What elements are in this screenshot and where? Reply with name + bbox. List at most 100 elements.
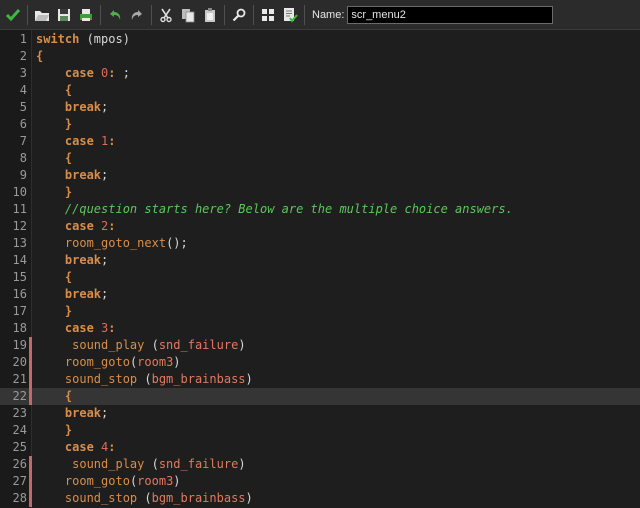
- code-line[interactable]: 17 }: [0, 303, 640, 320]
- code-text: case 3:: [36, 320, 116, 337]
- code-editor[interactable]: 1 switch (mpos) 2{3 case 0: ; 4 {5 break; 6 …: [0, 30, 640, 508]
- code-text: case 0: ;: [36, 65, 130, 82]
- code-line[interactable]: 24 }: [0, 422, 640, 439]
- find-icon[interactable]: [228, 4, 250, 26]
- copy-icon[interactable]: [177, 4, 199, 26]
- code-token: (: [144, 457, 159, 471]
- code-token: ;: [101, 100, 109, 114]
- code-text: case 2:: [36, 218, 116, 235]
- code-line[interactable]: 20 room_goto(room3): [0, 354, 640, 371]
- code-text: //question starts here? Below are the mu…: [36, 201, 513, 218]
- code-token: {: [36, 49, 44, 63]
- code-text: sound_play (snd_failure): [36, 337, 245, 354]
- code-line[interactable]: 1 switch (mpos): [0, 31, 640, 48]
- code-line[interactable]: 11 //question starts here? Below are the…: [0, 201, 640, 218]
- code-text: sound_stop (bgm_brainbass): [36, 371, 253, 388]
- code-token: bgm_brainbass: [151, 491, 246, 505]
- save-icon[interactable]: [53, 4, 75, 26]
- code-line[interactable]: 3 case 0: ;: [0, 65, 640, 82]
- line-number: 12: [12, 219, 27, 233]
- code-token: //question starts here? Below are the mu…: [64, 202, 513, 216]
- code-line[interactable]: 28 sound_stop (bgm_brainbass): [0, 490, 640, 507]
- code-line[interactable]: 21 sound_stop (bgm_brainbass): [0, 371, 640, 388]
- code-line[interactable]: 5 break;: [0, 99, 640, 116]
- paste-icon[interactable]: [199, 4, 221, 26]
- code-line[interactable]: 19 sound_play (snd_failure): [0, 337, 640, 354]
- code-text: }: [36, 116, 72, 133]
- code-line[interactable]: 2{: [0, 48, 640, 65]
- print-icon[interactable]: [75, 4, 97, 26]
- change-marker: [29, 337, 32, 354]
- code-line[interactable]: 8 {: [0, 150, 640, 167]
- code-token: break: [64, 287, 102, 301]
- code-token: sound_play: [72, 457, 145, 471]
- code-line[interactable]: 15 {: [0, 269, 640, 286]
- code-line[interactable]: 25 case 4:: [0, 439, 640, 456]
- line-number: 22: [12, 389, 27, 403]
- code-line[interactable]: 16 break;: [0, 286, 640, 303]
- code-line[interactable]: 26 sound_play (snd_failure): [0, 456, 640, 473]
- code-token: ): [238, 457, 246, 471]
- script-name-input[interactable]: [347, 5, 554, 24]
- line-number: 2: [19, 49, 27, 63]
- code-token: room_goto_next: [64, 236, 167, 250]
- code-line[interactable]: 14 break;: [0, 252, 640, 269]
- line-number: 14: [12, 253, 27, 267]
- undo-icon[interactable]: [104, 4, 126, 26]
- code-text: {: [36, 269, 72, 286]
- line-number: 18: [12, 321, 27, 335]
- code-text: room_goto(room3): [36, 473, 181, 490]
- code-token: ): [245, 491, 253, 505]
- code-token: case: [64, 321, 94, 335]
- redo-icon[interactable]: [126, 4, 148, 26]
- code-token: room_goto: [64, 474, 130, 488]
- toolbar-separator: [304, 4, 305, 25]
- check-icon[interactable]: [2, 4, 24, 26]
- code-token: :: [108, 321, 116, 335]
- goto-line-icon[interactable]: [257, 4, 279, 26]
- code-text: {: [36, 82, 72, 99]
- code-line[interactable]: 4 {: [0, 82, 640, 99]
- code-token: room3: [137, 355, 174, 369]
- line-number: 24: [12, 423, 27, 437]
- script-name-group: Name:: [312, 5, 554, 24]
- open-folder-icon[interactable]: [31, 4, 53, 26]
- code-line[interactable]: 6 }: [0, 116, 640, 133]
- code-token: }: [64, 185, 73, 199]
- code-token: ;: [101, 287, 109, 301]
- cut-icon[interactable]: [155, 4, 177, 26]
- code-token: ;: [101, 253, 109, 267]
- line-number: 21: [12, 372, 27, 386]
- line-number: 7: [19, 134, 27, 148]
- code-line[interactable]: 7 case 1:: [0, 133, 640, 150]
- code-line-current[interactable]: 22 {: [0, 388, 640, 405]
- code-line[interactable]: 10 }: [0, 184, 640, 201]
- code-line[interactable]: 9 break;: [0, 167, 640, 184]
- code-line[interactable]: 13 room_goto_next();: [0, 235, 640, 252]
- line-number: 20: [12, 355, 27, 369]
- code-token: room3: [137, 474, 174, 488]
- code-line[interactable]: 23 break;: [0, 405, 640, 422]
- code-text: break;: [36, 252, 108, 269]
- code-line[interactable]: 27 room_goto(room3): [0, 473, 640, 490]
- code-token: (: [137, 491, 152, 505]
- code-text: {: [36, 48, 43, 65]
- code-line[interactable]: 18 case 3:: [0, 320, 640, 337]
- code-token: ): [245, 372, 253, 386]
- line-number: 13: [12, 236, 27, 250]
- code-line[interactable]: 12 case 2:: [0, 218, 640, 235]
- check-script-icon[interactable]: [279, 4, 301, 26]
